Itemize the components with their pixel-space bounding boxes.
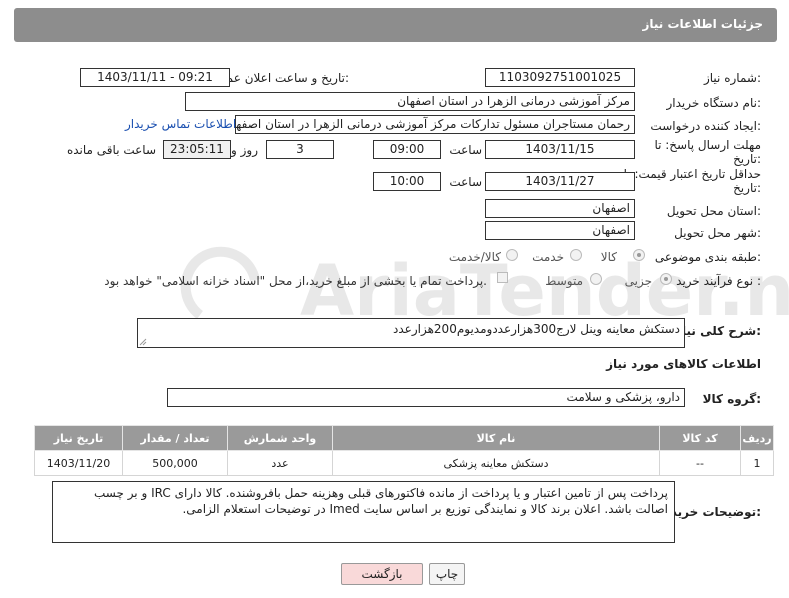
process-radio-minor[interactable] <box>660 273 672 285</box>
deadline-date-field: 1403/11/15 <box>485 140 635 159</box>
province-label: استان محل تحویل: <box>666 204 761 218</box>
days-label: روز و <box>231 143 258 157</box>
cell-code: -- <box>659 450 741 476</box>
remaining-field: 23:05:11 <box>163 140 231 159</box>
announce-field: 1403/11/11 - 09:21 <box>80 68 230 87</box>
category-option-goods: کالا <box>600 250 617 264</box>
buyer-contact-link[interactable]: اطلاعات تماس خریدار <box>125 117 236 131</box>
deadline-label: مهلت ارسال پاسخ: تا <box>654 138 761 152</box>
treasury-checkbox[interactable] <box>497 272 508 283</box>
min-price-time-field: 10:00 <box>373 172 441 191</box>
province-field: اصفهان <box>485 199 635 218</box>
min-price-label: حداقل تاریخ اعتبار قیمت: تا <box>623 167 761 181</box>
min-price-time-label: ساعت <box>449 175 482 189</box>
min-price-label-date: تاریخ: <box>733 181 761 195</box>
col-unit: واحد شمارش <box>227 425 333 451</box>
cell-date: 1403/11/20 <box>34 450 123 476</box>
header-bar: جزئیات اطلاعات نیاز <box>14 8 777 42</box>
need-number-field: 1103092751001025 <box>485 68 635 87</box>
cell-name: دستکش معاینه پزشکی <box>332 450 660 476</box>
resize-handle-icon[interactable] <box>139 338 147 346</box>
cell-unit: عدد <box>227 450 333 476</box>
goods-table-header: ردیف کد کالا نام کالا واحد شمارش تعداد /… <box>34 425 774 451</box>
buyer-org-label: نام دستگاه خریدار: <box>666 96 762 110</box>
deadline-time-field: 09:00 <box>373 140 441 159</box>
need-number-label: شماره نیاز: <box>703 71 761 85</box>
description-label: شرح کلی نیاز: <box>675 324 761 338</box>
col-row: ردیف <box>740 425 774 451</box>
goods-section-title: اطلاعات کالاهای مورد نیاز <box>606 357 761 371</box>
buyer-notes-field: پرداخت پس از تامین اعتبار و یا پرداخت از… <box>52 481 675 543</box>
category-label: طبقه بندی موضوعی: <box>654 250 761 264</box>
days-field: 3 <box>266 140 334 159</box>
cell-row: 1 <box>740 450 774 476</box>
back-button[interactable]: بازگشت <box>341 563 423 585</box>
col-qty: تعداد / مقدار <box>122 425 228 451</box>
category-option-service: خدمت <box>532 250 564 264</box>
min-price-date-field: 1403/11/27 <box>485 172 635 191</box>
process-option-medium: متوسط <box>545 274 583 288</box>
remaining-label: ساعت باقی مانده <box>66 143 156 157</box>
buyer-org-field: مرکز آموزشی درمانی الزهرا در استان اصفها… <box>185 92 635 111</box>
creator-label: ایجاد کننده درخواست: <box>650 119 761 133</box>
category-radio-goods[interactable] <box>633 249 645 261</box>
goods-group-label: گروه کالا: <box>702 392 761 406</box>
category-option-both: کالا/خدمت <box>448 250 501 264</box>
col-date: تاریخ نیاز <box>34 425 123 451</box>
creator-field: رحمان مستاجران مسئول تدارکات مرکز آموزشی… <box>235 115 635 134</box>
goods-table: ردیف کد کالا نام کالا واحد شمارش تعداد /… <box>34 425 774 476</box>
category-radio-both[interactable] <box>506 249 518 261</box>
deadline-label-date: تاریخ: <box>733 152 761 166</box>
table-row: 1 -- دستکش معاینه پزشکی عدد 500,000 1403… <box>34 450 774 476</box>
cell-qty: 500,000 <box>122 450 228 476</box>
city-label: شهر محل تحویل: <box>674 226 761 240</box>
process-label: نوع فرآیند خرید : <box>676 274 761 288</box>
city-field: اصفهان <box>485 221 635 240</box>
description-field: دستکش معاینه وینل لارج300هزارعددومدیوم20… <box>137 318 685 348</box>
col-name: نام کالا <box>332 425 660 451</box>
process-option-minor: جزیی <box>624 274 652 288</box>
deadline-time-label: ساعت <box>449 143 482 157</box>
category-radio-service[interactable] <box>570 249 582 261</box>
goods-group-field: دارو، پزشکی و سلامت <box>167 388 685 407</box>
page-title: جزئیات اطلاعات نیاز <box>642 17 763 31</box>
process-radio-medium[interactable] <box>590 273 602 285</box>
col-code: کد کالا <box>659 425 741 451</box>
treasury-note: پرداخت تمام یا بخشی از مبلغ خرید،از محل … <box>104 274 487 288</box>
print-button[interactable]: چاپ <box>429 563 465 585</box>
